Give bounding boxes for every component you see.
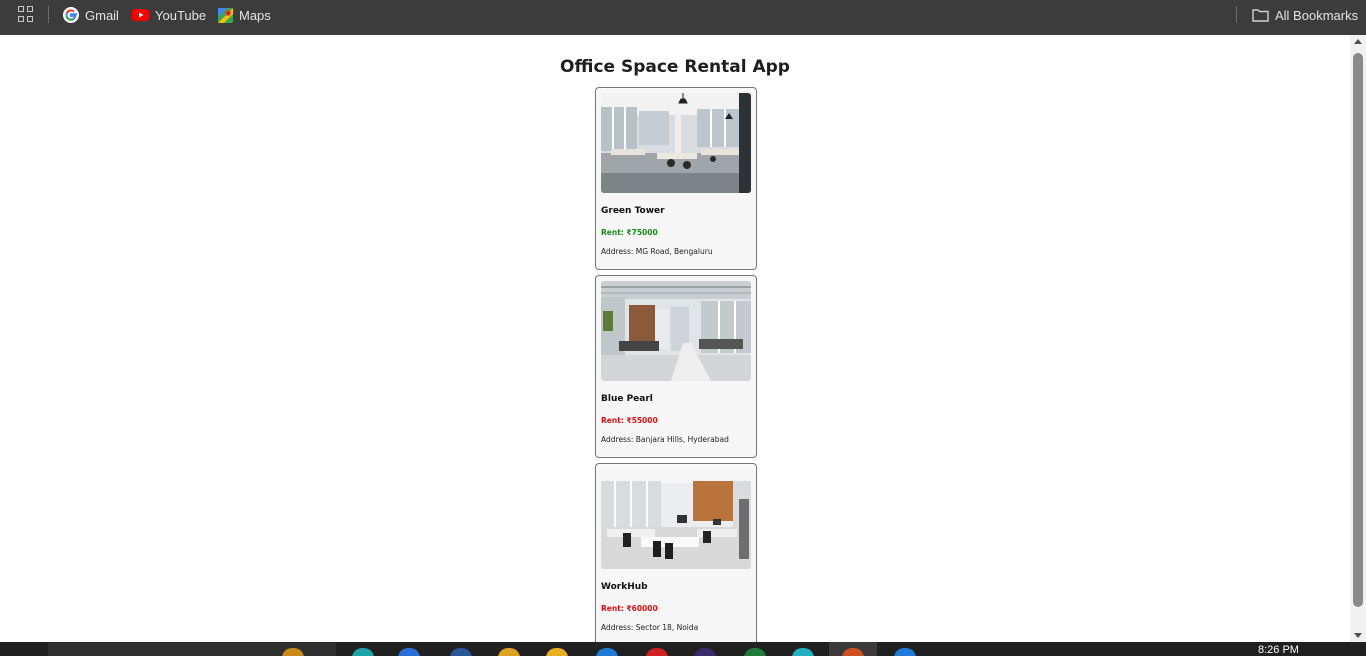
office-address: Address: Banjara Hills, Hyderabad bbox=[601, 435, 729, 444]
bookmark-label: Maps bbox=[239, 7, 271, 23]
maps-icon bbox=[218, 7, 233, 23]
taskbar-app-icon[interactable] bbox=[450, 648, 472, 656]
office-card: WorkHub Rent: ₹60000 Address: Sector 18,… bbox=[595, 463, 757, 642]
taskbar-app-icon[interactable] bbox=[744, 648, 766, 656]
taskbar-app-icon[interactable] bbox=[498, 648, 520, 656]
all-bookmarks-label: All Bookmarks bbox=[1275, 7, 1359, 23]
page-viewport: Office Space Rental App Green Tower Rent… bbox=[0, 35, 1350, 642]
taskbar-clock[interactable]: 8:26 PM bbox=[1258, 644, 1299, 656]
office-photo bbox=[601, 281, 751, 381]
taskbar-app-icon[interactable] bbox=[646, 648, 668, 656]
office-name: WorkHub bbox=[601, 582, 648, 592]
file-explorer-icon[interactable] bbox=[546, 648, 568, 656]
bookmark-youtube[interactable]: YouTube bbox=[132, 5, 206, 25]
office-rent: Rent: ₹75000 bbox=[601, 228, 658, 237]
taskbar-app-icon[interactable] bbox=[792, 648, 814, 656]
office-rent: Rent: ₹55000 bbox=[601, 416, 658, 425]
bookmarks-divider bbox=[48, 6, 49, 23]
page-title: Office Space Rental App bbox=[560, 57, 790, 77]
taskbar-app-icon[interactable] bbox=[352, 648, 374, 656]
office-name: Green Tower bbox=[601, 206, 665, 216]
vertical-scrollbar[interactable] bbox=[1350, 35, 1366, 642]
scroll-thumb[interactable] bbox=[1353, 53, 1363, 607]
office-card: Green Tower Rent: ₹75000 Address: MG Roa… bbox=[595, 87, 757, 270]
taskbar-app-icon[interactable] bbox=[398, 648, 420, 656]
taskbar: 8:26 PM bbox=[0, 642, 1366, 656]
bookmarks-divider bbox=[1236, 6, 1237, 23]
google-icon bbox=[63, 7, 79, 23]
taskbar-app-icon[interactable] bbox=[894, 648, 916, 656]
apps-grid-icon[interactable] bbox=[18, 6, 34, 22]
scroll-up-arrow-icon[interactable] bbox=[1354, 39, 1362, 44]
office-address: Address: Sector 18, Noida bbox=[601, 623, 699, 632]
office-address: Address: MG Road, Bengaluru bbox=[601, 247, 713, 256]
folder-icon bbox=[1252, 9, 1269, 22]
bookmark-gmail[interactable]: Gmail bbox=[63, 5, 119, 25]
office-photo bbox=[601, 93, 751, 193]
youtube-icon bbox=[132, 9, 149, 21]
office-name: Blue Pearl bbox=[601, 394, 653, 404]
office-card: Blue Pearl Rent: ₹55000 Address: Banjara… bbox=[595, 275, 757, 458]
all-bookmarks-button[interactable]: All Bookmarks bbox=[1252, 5, 1358, 25]
taskbar-app-icon[interactable] bbox=[694, 648, 716, 656]
bookmark-maps[interactable]: Maps bbox=[218, 5, 271, 25]
bookmark-label: YouTube bbox=[155, 7, 207, 23]
bookmarks-bar: Gmail YouTube Maps All Bookmarks bbox=[0, 0, 1366, 35]
office-rent: Rent: ₹60000 bbox=[601, 604, 658, 613]
taskbar-app-icon[interactable] bbox=[596, 648, 618, 656]
bookmark-label: Gmail bbox=[85, 7, 119, 23]
scroll-down-arrow-icon[interactable] bbox=[1354, 633, 1362, 638]
office-photo bbox=[601, 469, 751, 569]
